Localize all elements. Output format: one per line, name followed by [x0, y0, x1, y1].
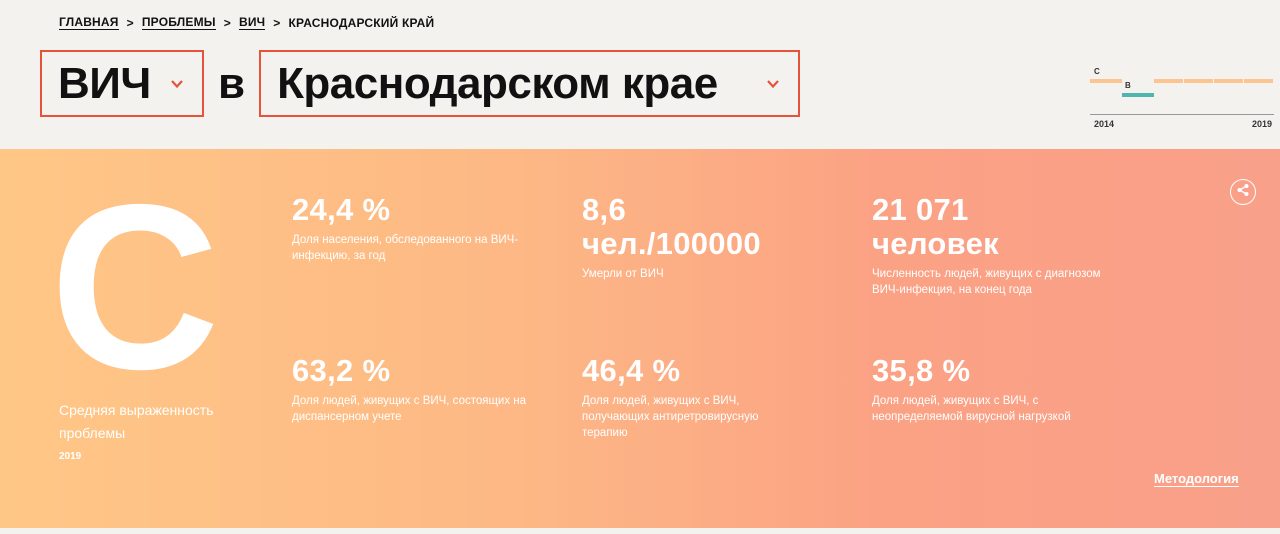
breadcrumb-problem-link[interactable]: ВИЧ: [238, 15, 266, 30]
problem-summary-panel: C Средняя выраженность проблемы 2019 24,…: [0, 149, 1280, 528]
region-select[interactable]: Краснодарском крае: [259, 50, 801, 117]
methodology-link[interactable]: Методология: [1154, 471, 1239, 487]
problem-select[interactable]: ВИЧ: [40, 50, 204, 117]
breadcrumb-problems-link[interactable]: Проблемы: [141, 15, 216, 30]
stat-tested-share: 24,4 % Доля населения, обследованного на…: [292, 193, 527, 264]
grade-year: 2019: [59, 451, 82, 462]
share-button[interactable]: [1230, 179, 1256, 205]
stat-description: Умерли от ВИЧ: [582, 268, 664, 280]
stat-value: 24,4 %: [292, 192, 391, 227]
breadcrumb-separator: >: [223, 15, 231, 30]
grade-history-chart[interactable]: C B 2014 2019: [1090, 62, 1274, 132]
breadcrumb-current: Краснодарский край: [288, 15, 435, 30]
grade-label-b: B: [1125, 81, 1131, 90]
breadcrumb: Главная > Проблемы > ВИЧ > Краснодарский…: [59, 15, 434, 30]
stat-mortality: 8,6 чел./100000 Умерли от ВИЧ: [582, 193, 802, 282]
chevron-down-icon: [170, 77, 184, 91]
stat-description: Доля людей, живущих с ВИЧ, с неопределяе…: [872, 395, 1071, 423]
stat-value: 8,6 чел./100000: [582, 192, 761, 261]
grade-line-c: [1154, 79, 1274, 83]
stat-value: 35,8 %: [872, 353, 971, 388]
page-title: ВИЧ в Краснодарском крае: [40, 50, 801, 117]
stat-description: Доля людей, живущих с ВИЧ, получающих ан…: [582, 395, 759, 439]
share-icon: [1236, 183, 1250, 202]
stat-dispensary-share: 63,2 % Доля людей, живущих с ВИЧ, состоя…: [292, 354, 527, 425]
timeline-axis: [1090, 114, 1274, 115]
grade-caption: Средняя выраженность проблемы: [59, 402, 214, 441]
stat-art-share: 46,4 % Доля людей, живущих с ВИЧ, получа…: [582, 354, 797, 441]
grade-line-c: [1090, 79, 1122, 83]
stat-undetectable-share: 35,8 % Доля людей, живущих с ВИЧ, с неоп…: [872, 354, 1112, 425]
stat-value: 63,2 %: [292, 353, 391, 388]
breadcrumb-separator: >: [273, 15, 281, 30]
stat-description: Доля населения, обследованного на ВИЧ-ин…: [292, 234, 519, 262]
stat-value: 46,4 %: [582, 353, 681, 388]
grade-letter: C: [50, 155, 220, 418]
grade-label-c: C: [1094, 67, 1100, 76]
stat-description: Доля людей, живущих с ВИЧ, состоящих на …: [292, 395, 527, 423]
grade-line-b: [1122, 93, 1154, 97]
stat-description: Численность людей, живущих с диагнозом В…: [872, 268, 1101, 296]
timeline-start-year: 2014: [1094, 119, 1115, 129]
chevron-down-icon: [766, 77, 780, 91]
region-select-value: Краснодарском крае: [277, 58, 718, 108]
problem-select-value: ВИЧ: [58, 58, 151, 108]
stat-living-count: 21 071 человек Численность людей, живущи…: [872, 193, 1102, 298]
stat-value: 21 071 человек: [872, 192, 999, 261]
timeline-end-year: 2019: [1251, 119, 1272, 129]
breadcrumb-separator: >: [126, 15, 134, 30]
breadcrumb-home-link[interactable]: Главная: [59, 15, 119, 30]
title-preposition: в: [218, 58, 246, 108]
